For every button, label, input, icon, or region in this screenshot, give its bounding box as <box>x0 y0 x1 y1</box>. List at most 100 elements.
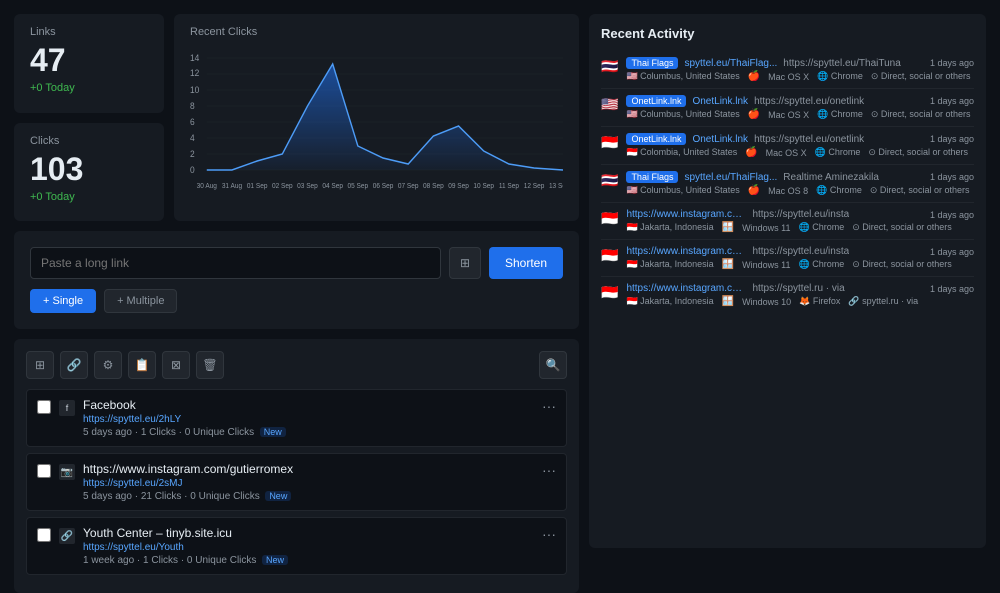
activity-location: 🇺🇸 Columbus, United States <box>626 185 739 196</box>
activity-title: Recent Activity <box>601 26 974 41</box>
link-title-1: Facebook <box>83 398 534 412</box>
activity-source: ⊙ Direct, social or others <box>871 71 971 82</box>
link-short-3[interactable]: https://spyttel.eu/Youth <box>83 542 534 553</box>
link-row: 📷 https://www.instagram.com/gutierromex … <box>26 453 567 511</box>
links-stat-value: 47 <box>30 44 148 76</box>
svg-text:14: 14 <box>190 53 199 63</box>
link-more-2[interactable]: ··· <box>542 462 556 478</box>
activity-link[interactable]: https://www.instagram.com/gut... <box>626 283 746 294</box>
link-meta-2: 5 days ago · 21 Clicks · 0 Unique Clicks… <box>83 491 534 502</box>
link-short-1[interactable]: https://spyttel.eu/2hLY <box>83 414 534 425</box>
activity-browser: 🌐 Chrome <box>817 109 863 120</box>
toolbar-copy-icon[interactable]: 📋 <box>128 351 156 379</box>
activity-os-icon: 🍎 <box>748 109 760 120</box>
links-stat-title: Links <box>30 26 148 38</box>
toolbar-delete-icon[interactable]: 🗑 <box>196 351 224 379</box>
activity-source: ⊙ Direct, social or others <box>871 109 971 120</box>
shorten-input[interactable] <box>30 247 441 279</box>
link-favicon-2: 📷 <box>59 464 75 480</box>
activity-link[interactable]: OnetLink.lnk <box>692 96 748 107</box>
clicks-stat-delta: +0 Today <box>30 191 148 203</box>
activity-browser: 🌐 Chrome <box>799 222 845 233</box>
activity-flag: 🇮🇩 <box>601 134 618 151</box>
activity-content: https://www.instagram.com/gut... https:/… <box>626 246 974 270</box>
recent-activity-panel: Recent Activity 🇹🇭 Thai Flags spyttel.eu… <box>589 14 986 548</box>
activity-item: 🇺🇸 OnetLink.lnk OnetLink.lnk https://spy… <box>601 89 974 127</box>
activity-content: OnetLink.lnk OnetLink.lnk https://spytte… <box>626 95 974 120</box>
activity-dest: Realtime Aminezakila <box>783 172 879 183</box>
activity-item: 🇹🇭 Thai Flags spyttel.eu/ThaiFlag... htt… <box>601 51 974 89</box>
activity-dest: https://spyttel.eu/onetlink <box>754 96 864 107</box>
toolbar-search-icon[interactable]: 🔍 <box>539 351 567 379</box>
svg-text:07 Sep: 07 Sep <box>398 183 419 190</box>
activity-location: 🇮🇩 Jakarta, Indonesia <box>626 259 713 270</box>
multiple-toggle-button[interactable]: + Multiple <box>104 289 177 313</box>
link-tag-1: New <box>260 427 286 437</box>
activity-os-icon: 🪟 <box>722 222 734 233</box>
svg-text:6: 6 <box>190 117 195 127</box>
activity-browser: 🦊 Firefox <box>799 296 840 307</box>
link-checkbox-3[interactable] <box>37 528 51 542</box>
activity-link[interactable]: https://www.instagram.com/gut... <box>626 246 746 257</box>
grid-icon-button[interactable]: ⊞ <box>449 247 481 279</box>
svg-text:02 Sep: 02 Sep <box>272 183 293 190</box>
activity-list: 🇹🇭 Thai Flags spyttel.eu/ThaiFlag... htt… <box>601 51 974 531</box>
svg-text:09 Sep: 09 Sep <box>448 183 469 190</box>
clicks-stat-card: Clicks 103 +0 Today <box>14 123 164 222</box>
link-row: f Facebook https://spyttel.eu/2hLY 5 day… <box>26 389 567 447</box>
activity-location: 🇮🇩 Colombia, United States <box>626 147 737 158</box>
activity-os-icon: 🪟 <box>722 259 734 270</box>
toolbar-link-icon[interactable]: 🔗 <box>60 351 88 379</box>
activity-os: Mac OS X <box>768 72 809 82</box>
activity-time: 1 days ago <box>930 210 974 220</box>
link-info-3: Youth Center – tinyb.site.icu https://sp… <box>83 526 534 566</box>
activity-content: https://www.instagram.com/gut... https:/… <box>626 283 974 307</box>
activity-os-icon: 🍎 <box>748 185 760 196</box>
link-more-1[interactable]: ··· <box>542 398 556 414</box>
svg-text:12 Sep: 12 Sep <box>524 183 545 190</box>
toolbar-grid-icon[interactable]: ⊞ <box>26 351 54 379</box>
activity-link[interactable]: https://www.instagram.com/gut... <box>626 209 746 220</box>
activity-location: 🇮🇩 Jakarta, Indonesia <box>626 296 713 307</box>
svg-text:2: 2 <box>190 149 195 159</box>
link-checkbox-2[interactable] <box>37 464 51 478</box>
link-tag-2: New <box>265 491 291 501</box>
toolbar-archive-icon[interactable]: ⊠ <box>162 351 190 379</box>
single-toggle-button[interactable]: + Single <box>30 289 96 313</box>
toolbar-settings-icon[interactable]: ⚙ <box>94 351 122 379</box>
link-checkbox-1[interactable] <box>37 400 51 414</box>
shorten-card: ⊞ Shorten + Single + Multiple <box>14 231 579 329</box>
link-more-3[interactable]: ··· <box>542 526 556 542</box>
activity-dest: https://spyttel.eu/insta <box>752 246 849 257</box>
links-stat-delta: +0 Today <box>30 82 148 94</box>
activity-flag: 🇹🇭 <box>601 58 618 75</box>
activity-os: Windows 10 <box>742 297 791 307</box>
shorten-button[interactable]: Shorten <box>489 247 563 279</box>
activity-content: Thai Flags spyttel.eu/ThaiFlag... https:… <box>626 57 974 82</box>
link-info-2: https://www.instagram.com/gutierromex ht… <box>83 462 534 502</box>
activity-link[interactable]: OnetLink.lnk <box>692 134 748 145</box>
activity-link[interactable]: spyttel.eu/ThaiFlag... <box>684 172 777 183</box>
activity-os: Mac OS 8 <box>768 186 808 196</box>
link-info-1: Facebook https://spyttel.eu/2hLY 5 days … <box>83 398 534 438</box>
links-toolbar: ⊞ 🔗 ⚙ 📋 ⊠ 🗑 🔍 <box>26 351 567 379</box>
activity-time: 1 days ago <box>930 172 974 182</box>
svg-text:05 Sep: 05 Sep <box>348 183 369 190</box>
chart-title: Recent Clicks <box>190 26 563 38</box>
svg-text:10 Sep: 10 Sep <box>473 183 494 190</box>
activity-tag: Thai Flags <box>626 171 678 183</box>
activity-os-icon: 🍎 <box>748 71 760 82</box>
link-meta-3: 1 week ago · 1 Clicks · 0 Unique Clicks … <box>83 555 534 566</box>
activity-location: 🇺🇸 Columbus, United States <box>626 71 739 82</box>
activity-time: 1 days ago <box>930 96 974 106</box>
link-meta-text-3: 1 week ago · 1 Clicks · 0 Unique Clicks <box>83 555 256 566</box>
svg-text:06 Sep: 06 Sep <box>373 183 394 190</box>
activity-os-icon: 🪟 <box>722 296 734 307</box>
link-short-2[interactable]: https://spyttel.eu/2sMJ <box>83 478 534 489</box>
link-favicon-3: 🔗 <box>59 528 75 544</box>
link-title-2: https://www.instagram.com/gutierromex <box>83 462 534 476</box>
svg-text:12: 12 <box>190 68 199 78</box>
clicks-stat-value: 103 <box>30 153 148 185</box>
activity-link[interactable]: spyttel.eu/ThaiFlag... <box>684 58 777 69</box>
activity-source: 🔗 spyttel.ru · via <box>848 296 918 307</box>
